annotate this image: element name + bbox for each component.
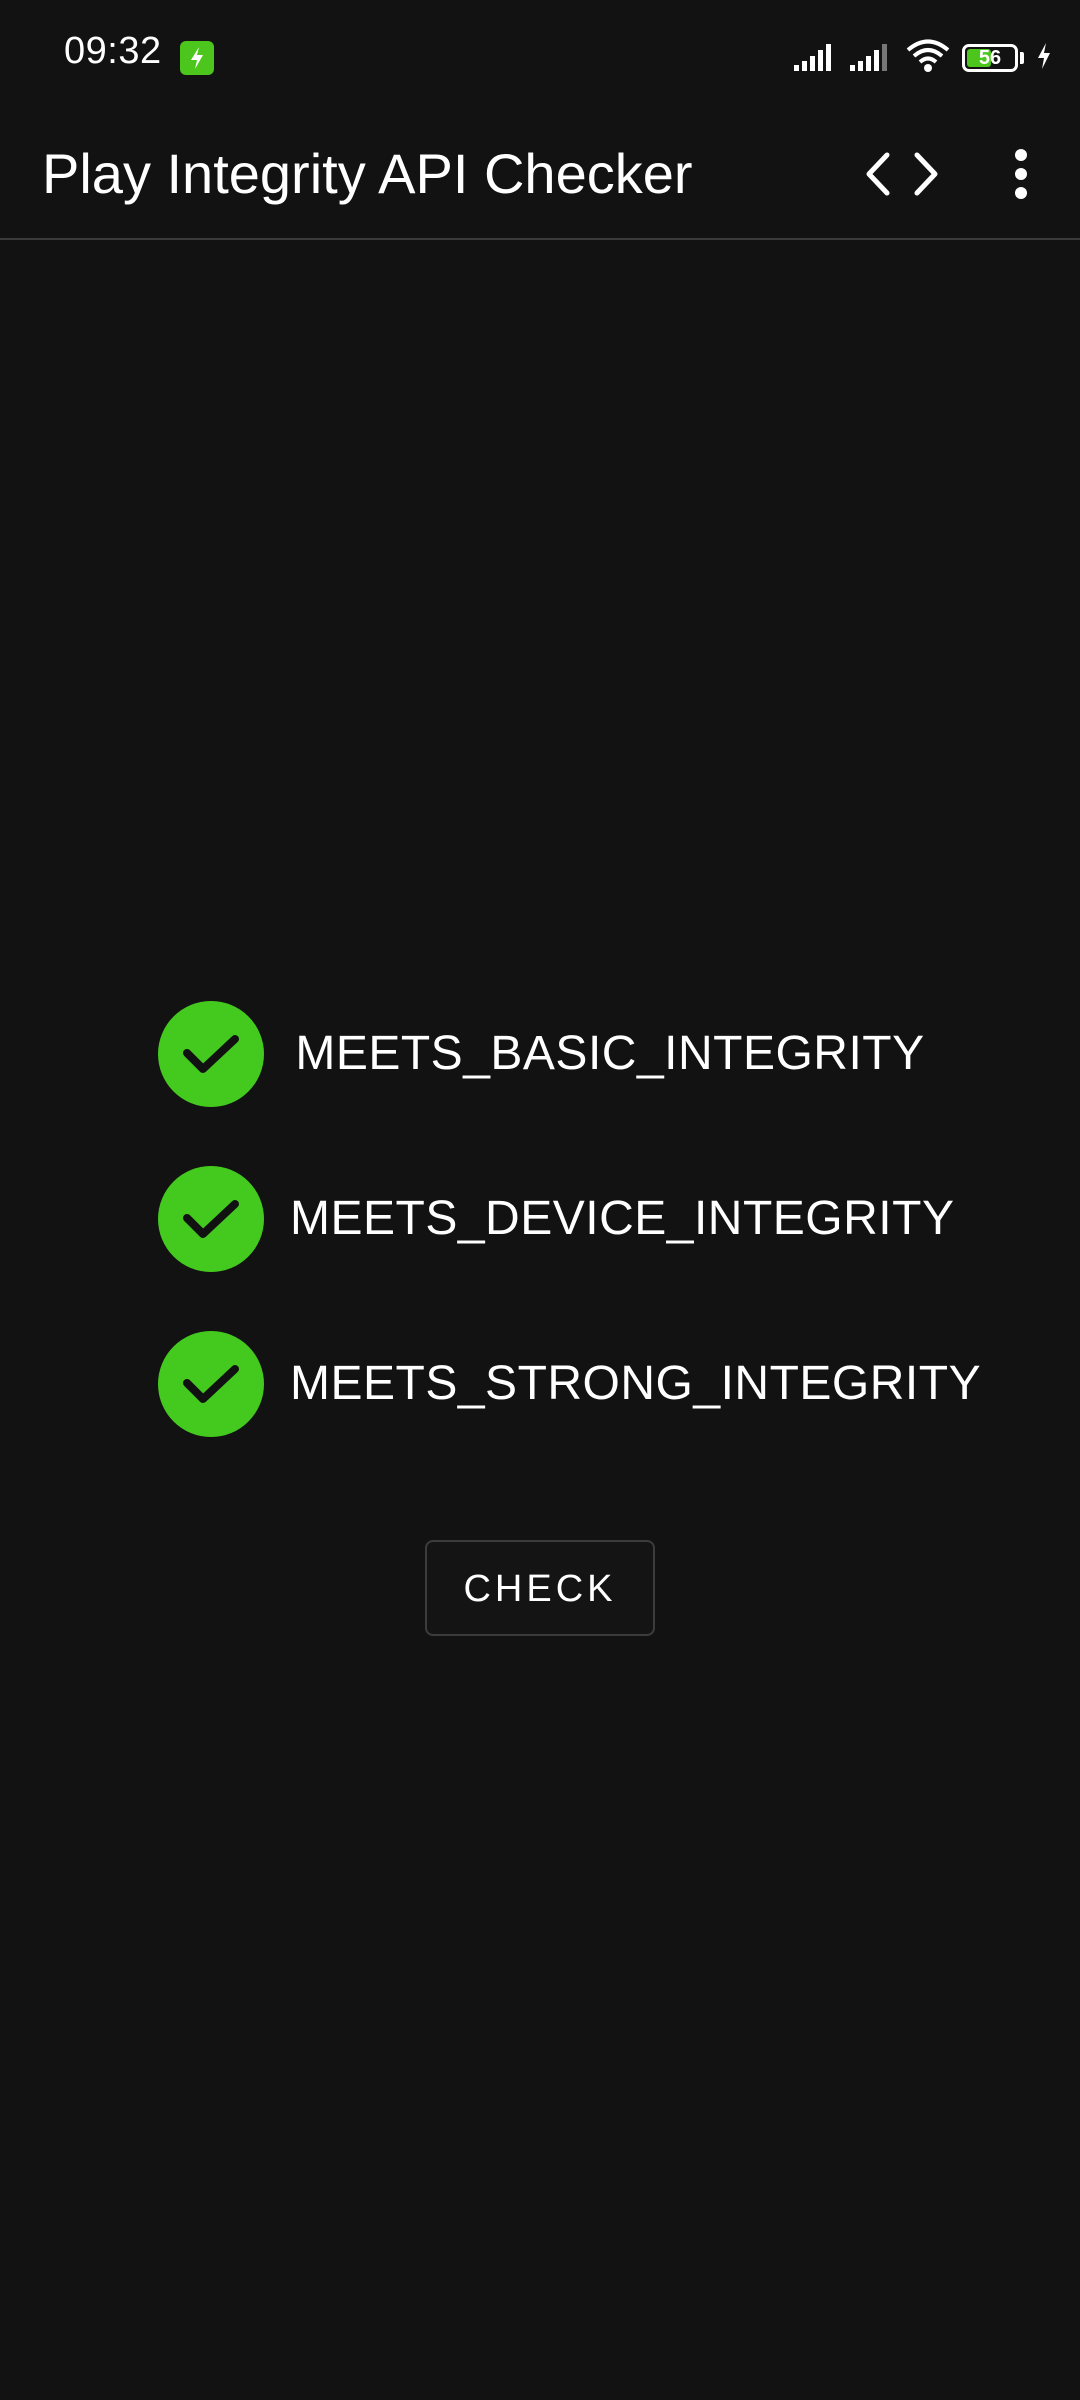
status-bar: 09:32 56 <box>0 0 1080 112</box>
check-label-device: MEETS_DEVICE_INTEGRITY <box>290 1192 955 1245</box>
charging-badge-icon <box>180 41 214 75</box>
check-circle-icon <box>158 1166 264 1272</box>
check-row-device: MEETS_DEVICE_INTEGRITY <box>0 1166 1080 1272</box>
battery-level: 56 <box>978 46 1002 69</box>
status-icons: 56 <box>794 36 1052 80</box>
check-label-strong: MEETS_STRONG_INTEGRITY <box>290 1357 982 1410</box>
app-title: Play Integrity API Checker <box>42 142 693 205</box>
more-vert-icon[interactable] <box>986 134 1056 214</box>
wifi-icon <box>906 39 950 78</box>
app-bar: Play Integrity API Checker <box>0 112 1080 240</box>
signal-icon <box>794 41 838 76</box>
charging-bolt-icon <box>1036 42 1052 75</box>
check-row-strong: MEETS_STRONG_INTEGRITY <box>0 1331 1080 1437</box>
battery-icon: 56 <box>962 44 1024 72</box>
check-button[interactable]: CHECK <box>425 1540 655 1636</box>
check-row-basic: MEETS_BASIC_INTEGRITY <box>0 1001 1080 1107</box>
code-icon[interactable] <box>858 134 946 214</box>
signal-icon <box>850 41 894 76</box>
check-circle-icon <box>158 1331 264 1437</box>
check-label-basic: MEETS_BASIC_INTEGRITY <box>295 1027 925 1080</box>
status-time: 09:32 <box>64 30 162 72</box>
check-circle-icon <box>158 1001 264 1107</box>
